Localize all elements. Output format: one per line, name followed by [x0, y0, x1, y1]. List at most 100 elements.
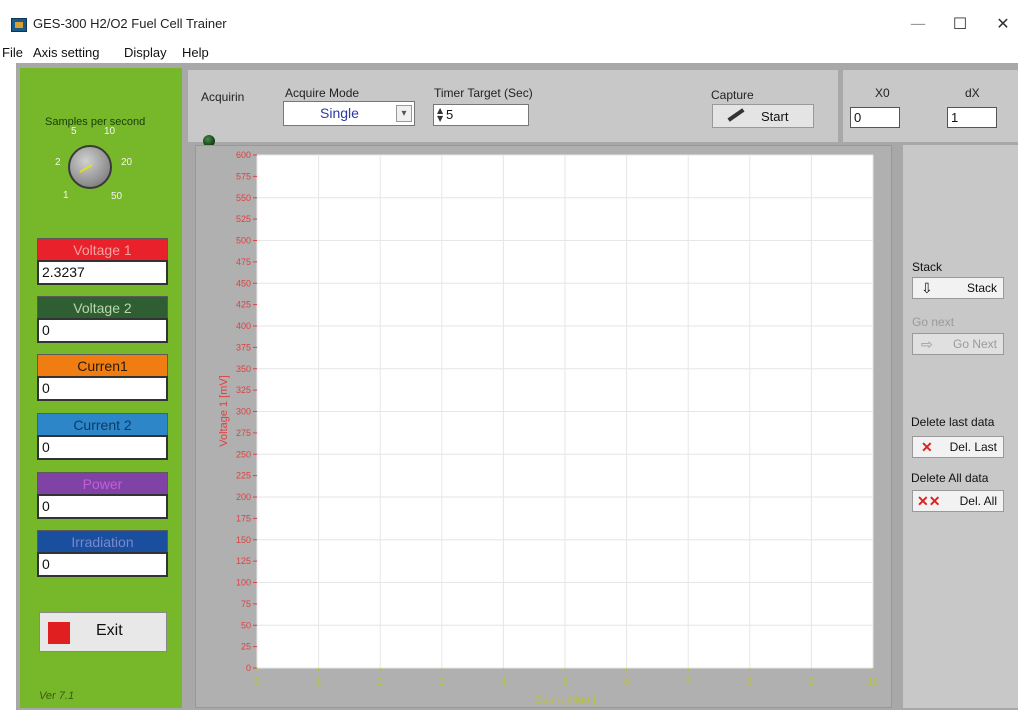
- dx-input[interactable]: 1: [947, 107, 997, 128]
- y-tick-label: 275: [236, 428, 251, 438]
- x-tick-label: 6: [624, 677, 630, 688]
- delete-all-button-label: Del. All: [959, 494, 997, 508]
- y-tick-label: 0: [246, 663, 251, 673]
- spinner-arrows-icon[interactable]: ▲ ▼: [437, 107, 443, 123]
- x-tick-label: 10: [867, 677, 879, 688]
- acquiring-label: Acquirin: [201, 90, 245, 104]
- y-tick-label: 350: [236, 364, 251, 374]
- x-icon: ✕: [921, 439, 933, 455]
- y-tick-label: 500: [236, 236, 251, 246]
- power-value: 0: [37, 494, 168, 519]
- maximize-button[interactable]: ☐: [940, 12, 980, 36]
- exit-button[interactable]: Exit: [39, 612, 167, 652]
- close-button[interactable]: ✕: [983, 12, 1018, 36]
- chevron-down-icon[interactable]: ▾: [396, 105, 412, 122]
- irradiation-value: 0: [37, 552, 168, 577]
- x-axis: 0 1 2 3 4 5 6 7 8 9 10: [254, 668, 879, 688]
- knob-tick-2: 2: [55, 157, 61, 168]
- y-axis: 0 25 50 75 100 125 150 175 200 225 250 275 300 325 350…: [236, 150, 257, 673]
- y-tick-label: 550: [236, 193, 251, 203]
- y-tick-label: 300: [236, 407, 251, 417]
- knob-tick-50: 50: [111, 191, 123, 202]
- pencil-icon: [727, 108, 745, 122]
- knob-tick-5: 5: [71, 126, 77, 137]
- stack-button[interactable]: ⇩ Stack: [912, 277, 1004, 299]
- go-next-button[interactable]: ⇨ Go Next: [912, 333, 1004, 355]
- arrow-down-icon: ⇩: [921, 280, 933, 296]
- voltage-chart: 0 25 50 75 100 125 150 175 200 225 250 275 300 325 350…: [195, 145, 892, 708]
- voltage-2-label: Voltage 2: [37, 296, 168, 318]
- power-label: Power: [37, 472, 168, 494]
- current-2-label: Current 2: [37, 413, 168, 435]
- y-axis-label: Voltage 1 [mV]: [218, 375, 230, 447]
- x-tick-label: 9: [809, 677, 815, 688]
- menu-help[interactable]: Help: [182, 45, 209, 60]
- x0-label: X0: [875, 86, 890, 100]
- stop-icon: [48, 622, 70, 644]
- x-tick-label: 2: [377, 677, 383, 688]
- y-tick-label: 450: [236, 278, 251, 288]
- delete-all-button[interactable]: ✕✕ Del. All: [912, 490, 1004, 512]
- y-tick-label: 225: [236, 471, 251, 481]
- acquire-mode-value: Single: [320, 105, 359, 121]
- go-next-button-label: Go Next: [952, 337, 997, 351]
- y-tick-label: 475: [236, 257, 251, 267]
- y-tick-label: 425: [236, 300, 251, 310]
- delete-last-button[interactable]: ✕ Del. Last: [912, 436, 1004, 458]
- y-tick-label: 325: [236, 385, 251, 395]
- menu-axis-setting[interactable]: Axis setting: [33, 45, 99, 60]
- y-tick-label: 25: [241, 642, 251, 652]
- capture-start-button[interactable]: Start: [712, 104, 814, 128]
- x-tick-label: 3: [439, 677, 445, 688]
- x-axis-label: Count [Num]: [534, 694, 596, 706]
- y-tick-label: 525: [236, 214, 251, 224]
- minimize-button[interactable]: —: [898, 12, 938, 36]
- x-tick-label: 8: [747, 677, 753, 688]
- stack-label: Stack: [912, 260, 943, 274]
- menu-file[interactable]: File: [2, 45, 23, 60]
- knob-tick-1: 1: [63, 190, 69, 201]
- voltage-1-label: Voltage 1: [37, 238, 168, 260]
- y-tick-label: 375: [236, 342, 251, 352]
- y-tick-label: 250: [236, 449, 251, 459]
- voltage-2-readout: Voltage 2 0: [37, 296, 168, 343]
- x-tick-label: 7: [685, 677, 691, 688]
- timer-target-label: Timer Target (Sec): [434, 86, 533, 100]
- menu-bar: File Axis setting Display Help: [0, 44, 1018, 64]
- y-tick-label: 175: [236, 513, 251, 523]
- app-icon: [11, 18, 27, 32]
- stack-button-label: Stack: [966, 281, 997, 295]
- y-tick-label: 75: [241, 599, 251, 609]
- go-next-label: Go next: [912, 315, 955, 329]
- knob-tick-10: 10: [104, 126, 116, 137]
- acquire-mode-label: Acquire Mode: [285, 86, 360, 100]
- menu-display[interactable]: Display: [124, 45, 167, 60]
- window-title: GES-300 H2/O2 Fuel Cell Trainer: [33, 16, 227, 31]
- y-tick-label: 575: [236, 171, 251, 181]
- voltage-2-value: 0: [37, 318, 168, 343]
- title-bar: GES-300 H2/O2 Fuel Cell Trainer — ☐ ✕: [0, 0, 1018, 44]
- voltage-1-value: 2.3237: [37, 260, 168, 285]
- x-tick-label: 4: [501, 677, 507, 688]
- x-tick-label: 5: [562, 677, 568, 688]
- y-tick-label: 50: [241, 620, 251, 630]
- x0-input[interactable]: 0: [850, 107, 900, 128]
- x-tick-label: 1: [316, 677, 322, 688]
- arrow-right-icon: ⇨: [921, 336, 933, 352]
- y-tick-label: 100: [236, 578, 251, 588]
- acquire-mode-select[interactable]: Single ▾: [283, 101, 415, 126]
- y-tick-label: 600: [236, 150, 251, 160]
- current-1-value: 0: [37, 376, 168, 401]
- timer-target-input[interactable]: ▲ ▼ 5: [433, 104, 529, 126]
- delete-all-label: Delete All data: [911, 471, 989, 485]
- power-readout: Power 0: [37, 472, 168, 519]
- irradiation-readout: Irradiation 0: [37, 530, 168, 577]
- samples-per-second-label: Samples per second: [45, 116, 146, 128]
- chart-svg: 0255075100125150175200225250275300325350…: [218, 150, 879, 706]
- x-tick-label: 0: [254, 677, 260, 688]
- current-1-readout: Curren1 0: [37, 354, 168, 401]
- dx-label: dX: [965, 86, 980, 100]
- exit-label: Exit: [96, 622, 123, 639]
- y-tick-label: 400: [236, 321, 251, 331]
- delete-last-label: Delete last data: [911, 415, 995, 429]
